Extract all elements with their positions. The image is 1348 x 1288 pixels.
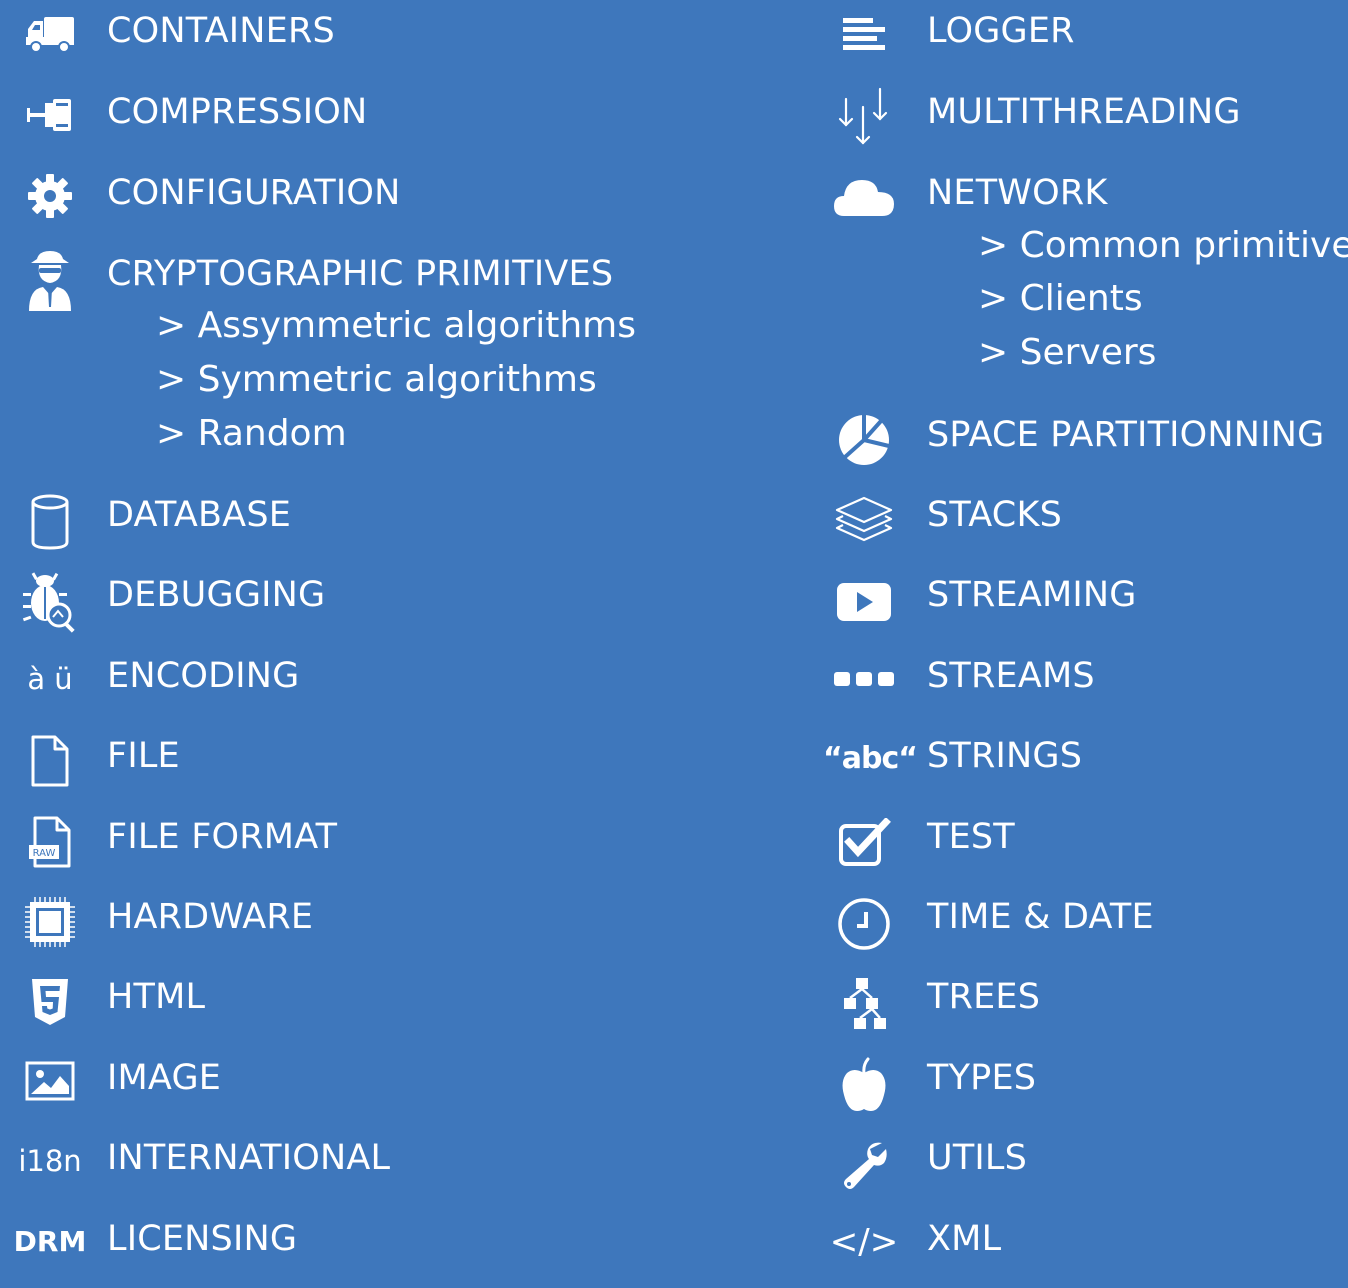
sub-clients[interactable]: > Clients [978,277,1143,321]
sub-symmetric-algorithms[interactable]: > Symmetric algorithms [156,358,597,402]
label-international: INTERNATIONAL [107,1138,391,1178]
three-dots-icon [832,651,896,707]
cloud-icon [832,168,896,224]
label-strings: STRINGS [927,736,1083,776]
drm-icon: DRM [13,1225,87,1258]
label-debugging: DEBUGGING [107,575,326,615]
label-utils: UTILS [927,1138,1028,1178]
align-left-icon [832,6,896,62]
apple-icon [832,1053,896,1117]
label-space-partitionning: SPACE PARTITIONNING [927,415,1325,455]
picture-icon [18,1053,82,1109]
label-licensing: LICENSING [107,1219,298,1259]
label-xml: XML [927,1219,1002,1259]
hierarchy-icon [832,972,896,1036]
sub-assymmetric-algorithms[interactable]: > Assymmetric algorithms [156,304,636,348]
secret-agent-icon [18,247,82,313]
label-multithreading: MULTITHREADING [927,92,1241,132]
label-image: IMAGE [107,1058,222,1098]
label-test: TEST [927,817,1015,857]
svg-text:RAW: RAW [33,848,56,859]
label-hardware: HARDWARE [107,897,314,937]
html5-icon [18,972,82,1032]
database-icon [18,490,82,554]
pie-chart-icon [832,410,896,470]
label-compression: COMPRESSION [107,92,368,132]
i18n-icon: i18n [18,1144,82,1178]
compress-icon [18,87,82,143]
file-icon [18,731,82,791]
label-network: NETWORK [927,173,1108,213]
clock-icon [832,892,896,956]
accented-letters-icon: à ü [27,662,73,696]
label-streaming: STREAMING [927,575,1137,615]
code-tag-icon: </> [829,1222,899,1262]
play-button-icon [832,570,896,634]
label-html: HTML [107,977,206,1017]
label-logger: LOGGER [927,11,1075,51]
label-encoding: ENCODING [107,656,300,696]
label-file: FILE [107,736,180,776]
label-types: TYPES [927,1058,1037,1098]
parallel-arrows-icon [832,87,896,147]
sub-common-primitives[interactable]: > Common primitives [978,224,1348,268]
sub-servers[interactable]: > Servers [978,331,1156,375]
raw-file-icon: RAW [18,812,82,872]
chip-icon [18,892,82,952]
label-containers: CONTAINERS [107,11,335,51]
label-streams: STREAMS [927,656,1095,696]
gear-icon [18,168,82,224]
label-configuration: CONFIGURATION [107,173,401,213]
layers-icon [832,490,896,546]
truck-icon [18,6,82,62]
sub-random[interactable]: > Random [156,412,347,456]
label-database: DATABASE [107,495,292,535]
wrench-icon [832,1133,896,1197]
label-stacks: STACKS [927,495,1063,535]
label-cryptographic-primitives: CRYPTOGRAPHIC PRIMITIVES [107,254,614,294]
label-time-date: TIME & DATE [927,897,1154,937]
label-file-format: FILE FORMAT [107,817,338,857]
bug-search-icon [18,570,82,634]
checkbox-checked-icon [832,812,896,874]
label-trees: TREES [927,977,1041,1017]
quoted-abc-icon: “abc“ [823,741,918,776]
